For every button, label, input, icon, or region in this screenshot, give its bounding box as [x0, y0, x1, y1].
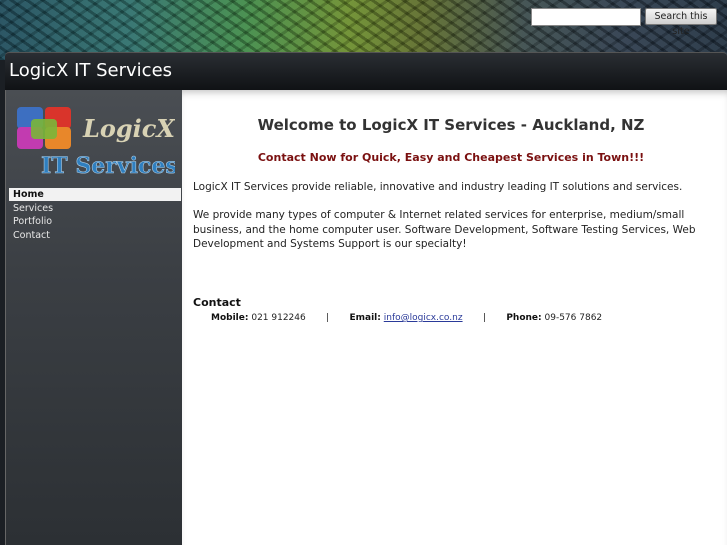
sidebar-item-home[interactable]: Home [9, 188, 181, 201]
sidebar-item-services[interactable]: Services [9, 202, 181, 215]
sidebar-nav: Home Services Portfolio Contact [9, 188, 181, 242]
phone-value: 09-576 7862 [544, 313, 603, 323]
services-paragraph: We provide many types of computer & Inte… [193, 209, 696, 250]
logo-text-logicx: LogicX [82, 114, 175, 143]
phone-label: Phone: [506, 313, 542, 323]
page-heading: Welcome to LogicX IT Services - Auckland… [257, 116, 645, 134]
logicx-logo[interactable]: LogicX IT Services [15, 105, 175, 180]
contact-details: Mobile: 021 912246 | Email: info@logicx.… [211, 313, 602, 323]
sidebar-item-portfolio[interactable]: Portfolio [9, 215, 181, 228]
email-link[interactable]: info@logicx.co.nz [384, 313, 463, 323]
intro-paragraph: LogicX IT Services provide reliable, inn… [193, 181, 683, 193]
search-button[interactable]: Search this site [645, 8, 717, 37]
sidebar-item-contact[interactable]: Contact [9, 229, 181, 242]
site-title[interactable]: LogicX IT Services [9, 60, 172, 81]
search-input[interactable] [531, 8, 641, 26]
mobile-value: 021 912246 [251, 313, 306, 323]
tagline: Contact Now for Quick, Easy and Cheapest… [257, 151, 645, 164]
separator: | [326, 313, 330, 323]
contact-heading: Contact [193, 296, 241, 309]
mobile-label: Mobile: [211, 313, 249, 323]
email-label: Email: [349, 313, 381, 323]
logo-squares-icon [17, 107, 71, 149]
logo-text-it-services: IT Services [41, 153, 175, 179]
separator: | [482, 313, 486, 323]
